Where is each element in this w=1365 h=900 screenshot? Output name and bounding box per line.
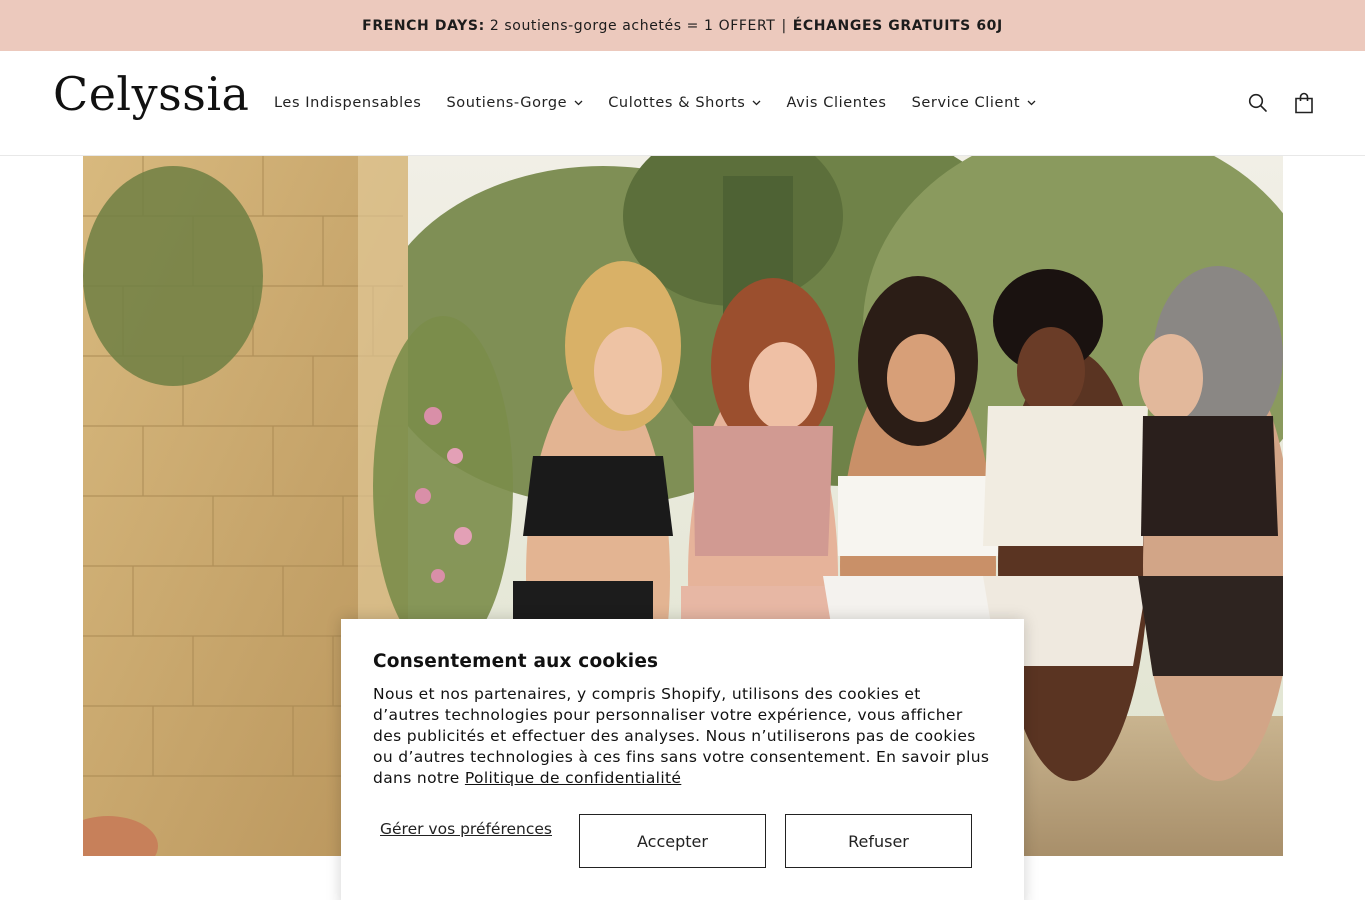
- shopping-bag-icon[interactable]: [1293, 92, 1315, 114]
- brand-logo[interactable]: Celyssia: [53, 69, 249, 120]
- refuse-button[interactable]: Refuser: [785, 814, 972, 868]
- chevron-down-icon: [574, 100, 583, 106]
- header-icons: [1247, 51, 1315, 155]
- site-header: Celyssia Les Indispensables Soutiens-Gor…: [0, 51, 1365, 156]
- nav-item-indispensables[interactable]: Les Indispensables: [274, 95, 421, 111]
- announcement-bar: FRENCH DAYS: 2 soutiens-gorge achetés = …: [0, 0, 1365, 51]
- main-nav: Les Indispensables Soutiens-Gorge Culott…: [274, 51, 1061, 155]
- manage-preferences-link[interactable]: Gérer vos préférences: [373, 820, 559, 839]
- chevron-down-icon: [752, 100, 761, 106]
- nav-item-label: Soutiens-Gorge: [446, 95, 568, 111]
- privacy-policy-link[interactable]: Politique de confidentialité: [465, 769, 681, 787]
- nav-item-label: Les Indispensables: [274, 95, 422, 111]
- nav-item-soutiens-gorge[interactable]: Soutiens-Gorge: [446, 95, 583, 111]
- accept-button[interactable]: Accepter: [579, 814, 766, 868]
- nav-item-culottes-shorts[interactable]: Culottes & Shorts: [608, 95, 761, 111]
- cookie-actions: Gérer vos préférences Accepter Refuser: [373, 814, 993, 868]
- chevron-down-icon: [1027, 100, 1036, 106]
- cookie-title: Consentement aux cookies: [373, 651, 659, 672]
- cookie-banner: Consentement aux cookies Nous et nos par…: [341, 619, 1024, 900]
- announcement-offer: 2 soutiens-gorge achetés = 1 OFFERT: [489, 17, 776, 34]
- nav-item-avis-clientes[interactable]: Avis Clientes: [786, 95, 886, 111]
- nav-item-service-client[interactable]: Service Client: [912, 95, 1037, 111]
- nav-item-label: Service Client: [911, 95, 1021, 111]
- cookie-description: Nous et nos partenaires, y compris Shopi…: [373, 684, 992, 789]
- nav-item-label: Avis Clientes: [786, 95, 887, 111]
- nav-item-label: Culottes & Shorts: [608, 95, 746, 111]
- search-icon[interactable]: [1247, 92, 1269, 114]
- announcement-exchange: ÉCHANGES GRATUITS 60J: [792, 17, 1003, 34]
- announcement-separator: |: [781, 17, 787, 34]
- announcement-lead: FRENCH DAYS:: [362, 17, 485, 34]
